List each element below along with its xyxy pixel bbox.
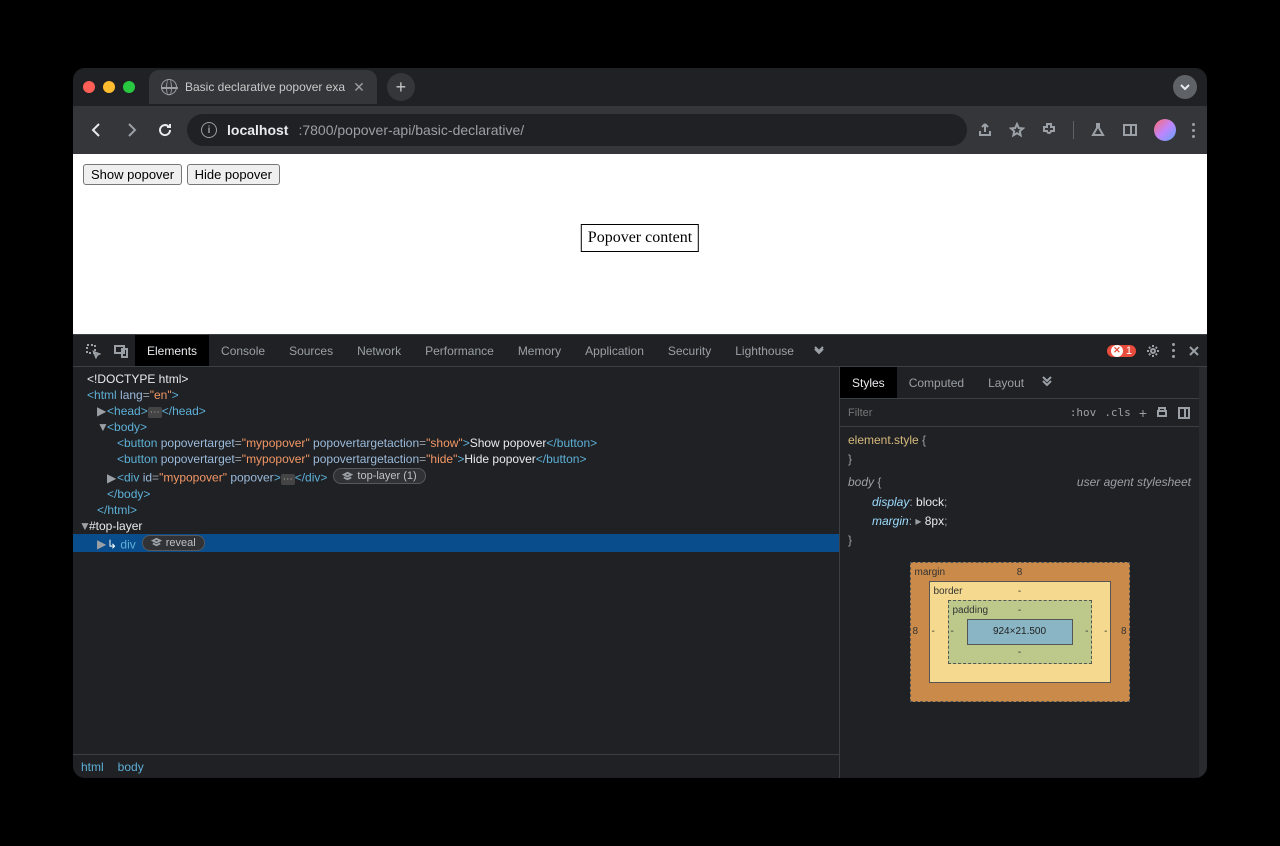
new-tab-button[interactable]: + [387,73,415,101]
styles-tab-layout[interactable]: Layout [976,367,1036,398]
chevron-down-icon [1179,81,1191,93]
dom-top-layer-section[interactable]: ▼#top-layer [73,518,839,534]
cls-toggle[interactable]: .cls [1104,406,1131,419]
print-icon[interactable] [1155,406,1169,420]
new-style-button[interactable]: + [1139,405,1147,421]
more-tabs-icon[interactable] [812,344,826,358]
devtools: Elements Console Sources Network Perform… [73,334,1207,778]
dom-doctype[interactable]: <!DOCTYPE html> [73,371,839,387]
share-icon[interactable] [977,122,993,138]
styles-panel: Styles Computed Layout :hov .cls + eleme… [839,367,1199,778]
styles-filter-bar: :hov .cls + [840,399,1199,427]
reload-button[interactable] [153,118,177,142]
styles-tabbar: Styles Computed Layout [840,367,1199,399]
box-model[interactable]: margin 8 8 8 border - - - padding [910,562,1130,702]
reload-icon [156,121,174,139]
hide-popover-button[interactable]: Hide popover [187,164,280,185]
url-path: :7800/popover-api/basic-declarative/ [298,122,524,138]
popover-content: Popover content [581,224,699,252]
top-layer-badge[interactable]: top-layer (1) [333,468,425,484]
profile-avatar[interactable] [1154,119,1176,141]
device-mode-icon[interactable] [107,343,135,359]
url-host: localhost [227,122,288,138]
minimize-window-button[interactable] [103,81,115,93]
devtools-tab-elements[interactable]: Elements [135,335,209,366]
kebab-menu-icon[interactable] [1192,123,1195,138]
page-viewport: Show popover Hide popover Popover conten… [73,154,1207,334]
dom-html-open[interactable]: <html lang="en"> [73,387,839,403]
error-badge[interactable]: ✕1 [1107,345,1136,357]
panel-icon[interactable] [1122,122,1138,138]
styles-tab-styles[interactable]: Styles [840,367,897,398]
dom-html-close[interactable]: </html> [73,502,839,518]
devtools-tab-security[interactable]: Security [656,335,723,366]
hov-toggle[interactable]: :hov [1070,406,1097,419]
dom-body-open[interactable]: ▼<body> [73,419,839,435]
styles-tab-computed[interactable]: Computed [897,367,976,398]
reveal-badge[interactable]: reveal [142,535,205,551]
titlebar: Basic declarative popover exa ✕ + [73,68,1207,106]
devtools-tab-network[interactable]: Network [345,335,413,366]
dom-head[interactable]: ▶<head>⋯</head> [73,403,839,419]
star-icon[interactable] [1009,122,1025,138]
crumb-body[interactable]: body [118,760,144,774]
dom-popover-div[interactable]: ▶<div id="mypopover" popover>⋯</div>top-… [73,467,839,486]
globe-icon [161,79,177,95]
dom-button-hide[interactable]: <button popovertarget="mypopover" popove… [73,451,839,467]
devtools-tab-memory[interactable]: Memory [506,335,573,366]
traffic-lights [83,81,135,93]
tab-title: Basic declarative popover exa [185,80,345,94]
close-window-button[interactable] [83,81,95,93]
dom-top-layer-div[interactable]: ▶↳ divreveal [73,534,839,553]
arrow-left-icon [88,121,106,139]
dom-tree[interactable]: <!DOCTYPE html> <html lang="en"> ▶<head>… [73,367,839,754]
extension-icon[interactable] [1041,122,1057,138]
close-icon[interactable] [1187,344,1201,358]
crumb-html[interactable]: html [81,760,104,774]
site-info-icon[interactable]: i [201,122,217,138]
flask-icon[interactable] [1090,122,1106,138]
maximize-window-button[interactable] [123,81,135,93]
dom-button-show[interactable]: <button popovertarget="mypopover" popove… [73,435,839,451]
forward-button[interactable] [119,118,143,142]
devtools-tab-sources[interactable]: Sources [277,335,345,366]
browser-window: Basic declarative popover exa ✕ + i loca… [73,68,1207,778]
dom-body-close[interactable]: </body> [73,486,839,502]
more-tabs-icon[interactable] [1040,376,1054,390]
arrow-right-icon [122,121,140,139]
styles-filter-input[interactable] [848,407,1062,419]
show-popover-button[interactable]: Show popover [83,164,182,185]
window-chevron-button[interactable] [1173,75,1197,99]
styles-rules[interactable]: element.style { } user agent stylesheetb… [840,427,1199,706]
scrollbar[interactable] [1199,367,1207,778]
toolbar-right-icons [977,119,1195,141]
devtools-tab-performance[interactable]: Performance [413,335,506,366]
devtools-tab-console[interactable]: Console [209,335,277,366]
devtools-tabbar: Elements Console Sources Network Perform… [73,335,1207,367]
devtools-tab-application[interactable]: Application [573,335,656,366]
browser-toolbar: i localhost :7800/popover-api/basic-decla… [73,106,1207,154]
separator [1073,121,1074,139]
address-bar[interactable]: i localhost :7800/popover-api/basic-decla… [187,114,967,146]
back-button[interactable] [85,118,109,142]
gear-icon[interactable] [1146,344,1160,358]
close-tab-button[interactable]: ✕ [353,79,365,96]
inspect-tool-icon[interactable] [79,343,107,359]
devtools-tab-lighthouse[interactable]: Lighthouse [723,335,806,366]
browser-tab[interactable]: Basic declarative popover exa ✕ [149,70,377,104]
devtools-kebab-icon[interactable] [1172,343,1175,358]
elements-panel: <!DOCTYPE html> <html lang="en"> ▶<head>… [73,367,839,778]
breadcrumb: html body [73,754,839,778]
computed-panel-icon[interactable] [1177,406,1191,420]
